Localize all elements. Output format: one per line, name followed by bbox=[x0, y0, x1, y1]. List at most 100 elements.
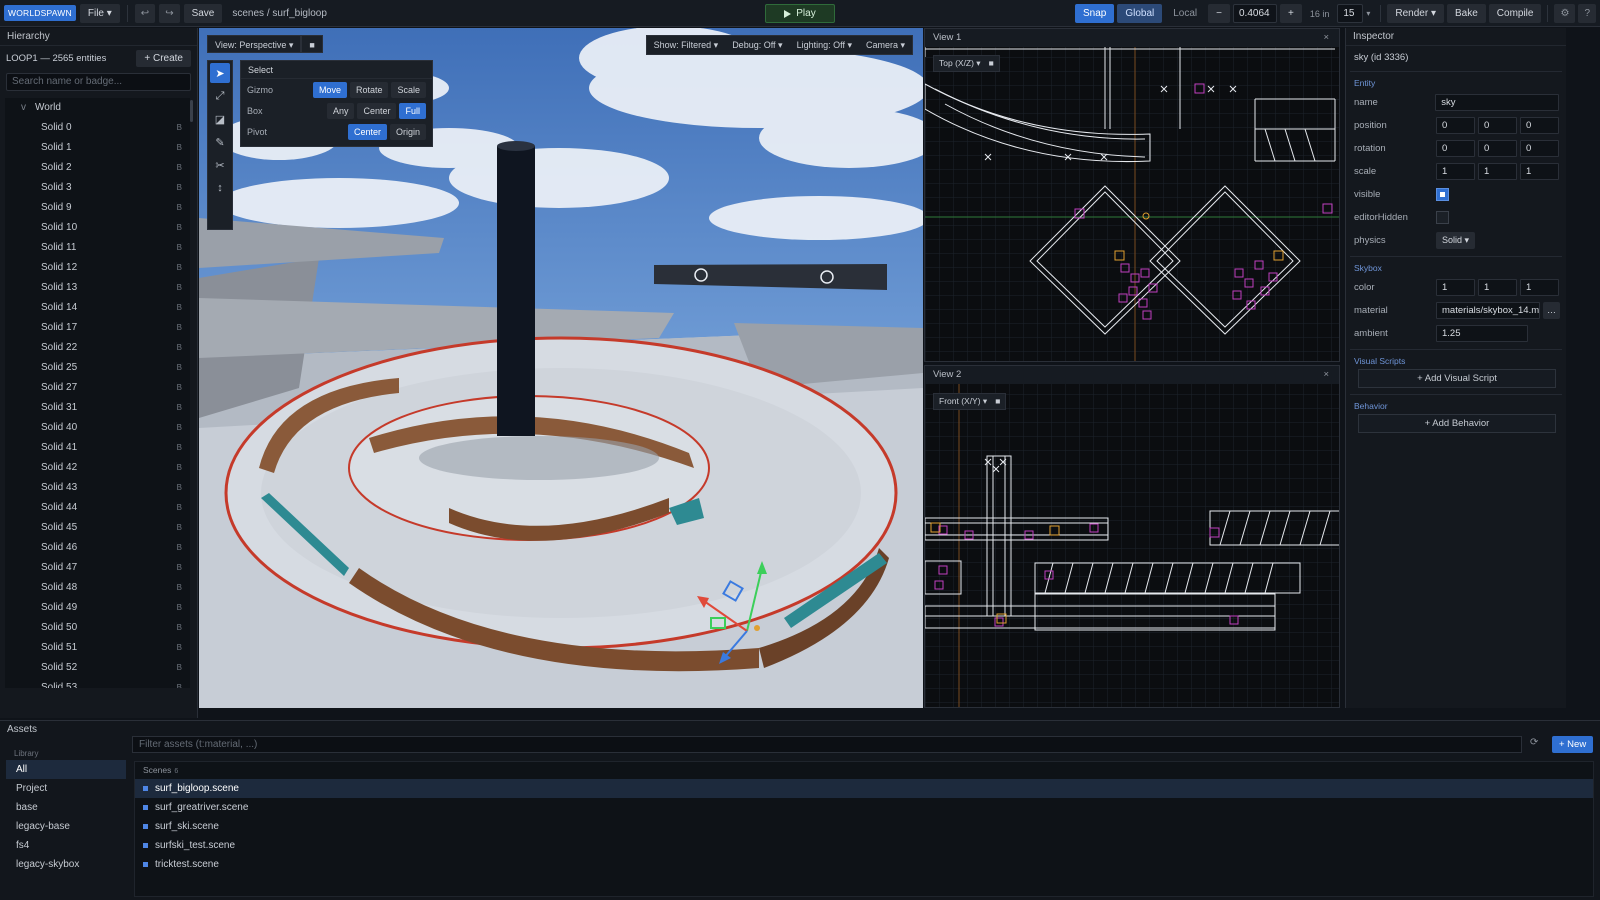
vertex-tool-icon[interactable]: ↕ bbox=[210, 178, 230, 198]
box-full-option[interactable]: Full bbox=[399, 102, 426, 119]
render-menu[interactable]: Render ▾ bbox=[1387, 4, 1444, 23]
tree-item[interactable]: Solid 50 B bbox=[5, 618, 190, 638]
gizmo-move-option[interactable]: Move bbox=[312, 81, 347, 98]
create-button[interactable]: + Create bbox=[136, 50, 191, 67]
scale-z-field[interactable]: 1 bbox=[1520, 163, 1559, 180]
asset-file-item[interactable]: surfski_test.scene bbox=[135, 836, 1593, 855]
ortho-view-top[interactable]: View 1 × Top (X/Z) ▾ ■ bbox=[924, 28, 1340, 362]
tree-item[interactable]: Solid 42 B bbox=[5, 458, 190, 478]
move-tool-icon[interactable]: ⤢ bbox=[210, 86, 230, 106]
maximize-icon[interactable]: ■ bbox=[301, 35, 323, 53]
tree-item[interactable]: Solid 9 B bbox=[5, 198, 190, 218]
compile-button[interactable]: Compile bbox=[1488, 4, 1542, 23]
view-mode-dropdown[interactable]: View: Perspective ▾ bbox=[207, 35, 302, 53]
position-y-field[interactable]: 0 bbox=[1478, 117, 1517, 134]
asset-file-item[interactable]: surf_bigloop.scene bbox=[135, 779, 1593, 798]
close-icon[interactable]: × bbox=[1323, 29, 1329, 47]
scenes-group-header[interactable]: Scenes 6 bbox=[135, 762, 1593, 779]
box-any-option[interactable]: Any bbox=[326, 102, 355, 119]
save-button[interactable]: Save bbox=[183, 3, 223, 23]
tree-item[interactable]: Solid 27 B bbox=[5, 378, 190, 398]
tree-item-world[interactable]: v World bbox=[5, 98, 190, 118]
position-x-field[interactable]: 0 bbox=[1436, 117, 1475, 134]
color-g-field[interactable]: 1 bbox=[1478, 279, 1517, 296]
editor-hidden-checkbox[interactable] bbox=[1436, 211, 1449, 224]
camera-dropdown[interactable]: Camera ▾ bbox=[858, 36, 912, 54]
library-item[interactable]: base bbox=[6, 798, 126, 817]
local-toggle[interactable]: Local bbox=[1165, 4, 1205, 23]
select-tool-icon[interactable]: ➤ bbox=[210, 63, 230, 83]
tree-item[interactable]: Solid 53 B bbox=[5, 678, 190, 688]
tree-item[interactable]: Solid 41 B bbox=[5, 438, 190, 458]
debug-dropdown[interactable]: Debug: Off ▾ bbox=[725, 36, 790, 54]
view2-mode-dropdown[interactable]: Front (X/Y) ▾ ■ bbox=[933, 393, 1007, 410]
global-toggle[interactable]: Global bbox=[1117, 4, 1163, 23]
play-button[interactable]: Play bbox=[765, 4, 835, 23]
tree-item[interactable]: Solid 44 B bbox=[5, 498, 190, 518]
tree-item[interactable]: Solid 3 B bbox=[5, 178, 190, 198]
redo-icon[interactable]: ↪ bbox=[159, 3, 180, 23]
tree-item[interactable]: Solid 40 B bbox=[5, 418, 190, 438]
refresh-icon[interactable]: ⟳ bbox=[1530, 737, 1538, 748]
rotation-z-field[interactable]: 0 bbox=[1520, 140, 1559, 157]
asset-file-item[interactable]: tricktest.scene bbox=[135, 855, 1593, 874]
tree-item[interactable]: Solid 43 B bbox=[5, 478, 190, 498]
tree-item[interactable]: Solid 47 B bbox=[5, 558, 190, 578]
show-filter-dropdown[interactable]: Show: Filtered ▾ bbox=[646, 36, 726, 54]
asset-file-item[interactable]: surf_ski.scene bbox=[135, 817, 1593, 836]
maximize-icon[interactable]: ■ bbox=[995, 394, 1000, 409]
library-item[interactable]: fs4 bbox=[6, 836, 126, 855]
tree-item[interactable]: Solid 12 B bbox=[5, 258, 190, 278]
chevron-down-icon[interactable]: v bbox=[21, 98, 29, 118]
tree-item[interactable]: Solid 0 B bbox=[5, 118, 190, 138]
snap-value-input[interactable]: 0.4064 bbox=[1232, 4, 1277, 23]
physics-dropdown[interactable]: Solid ▾ bbox=[1436, 232, 1476, 249]
rotation-y-field[interactable]: 0 bbox=[1478, 140, 1517, 157]
tree-item[interactable]: Solid 25 B bbox=[5, 358, 190, 378]
lighting-dropdown[interactable]: Lighting: Off ▾ bbox=[789, 36, 859, 54]
library-item[interactable]: legacy-base bbox=[6, 817, 126, 836]
tree-item[interactable]: Solid 17 B bbox=[5, 318, 190, 338]
gizmo-scale-option[interactable]: Scale bbox=[391, 81, 426, 98]
view1-mode-dropdown[interactable]: Top (X/Z) ▾ ■ bbox=[933, 55, 1000, 72]
undo-icon[interactable]: ↩ bbox=[134, 3, 156, 23]
asset-filter-input[interactable]: Filter assets (t:material, ...) bbox=[132, 736, 1522, 753]
hierarchy-search-input[interactable]: Search name or badge... bbox=[6, 73, 191, 91]
snap-toggle[interactable]: Snap bbox=[1074, 4, 1115, 23]
box-center-option[interactable]: Center bbox=[357, 102, 397, 119]
gizmo-rotate-option[interactable]: Rotate bbox=[349, 81, 389, 98]
tree-item[interactable]: Solid 14 B bbox=[5, 298, 190, 318]
tree-item[interactable]: Solid 10 B bbox=[5, 218, 190, 238]
snap-increase-button[interactable]: + bbox=[1279, 4, 1302, 23]
perspective-viewport[interactable]: View: Perspective ▾ ■ Show: Filtered ▾ D… bbox=[199, 28, 923, 708]
tree-item[interactable]: Solid 11 B bbox=[5, 238, 190, 258]
tree-item[interactable]: Solid 22 B bbox=[5, 338, 190, 358]
tree-item[interactable]: Solid 46 B bbox=[5, 538, 190, 558]
visible-checkbox[interactable] bbox=[1436, 188, 1449, 201]
chevron-down-icon[interactable]: ▾ bbox=[1366, 9, 1370, 18]
clip-tool-icon[interactable]: ✂ bbox=[210, 155, 230, 175]
browse-material-button[interactable]: … bbox=[1543, 302, 1560, 319]
library-item[interactable]: legacy-skybox bbox=[6, 855, 126, 874]
tree-item[interactable]: Solid 31 B bbox=[5, 398, 190, 418]
ambient-field[interactable]: 1.25 bbox=[1436, 325, 1528, 342]
help-icon[interactable]: ? bbox=[1578, 4, 1596, 23]
block-tool-icon[interactable]: ◪ bbox=[210, 109, 230, 129]
tree-item[interactable]: Solid 51 B bbox=[5, 638, 190, 658]
rotation-x-field[interactable]: 0 bbox=[1436, 140, 1475, 157]
asset-file-item[interactable]: surf_greatriver.scene bbox=[135, 798, 1593, 817]
hierarchy-scrollbar[interactable] bbox=[190, 100, 193, 122]
position-z-field[interactable]: 0 bbox=[1520, 117, 1559, 134]
library-item[interactable]: All bbox=[6, 760, 126, 779]
ortho-view-front[interactable]: View 2 × Front (X/Y) ▾ ■ bbox=[924, 365, 1340, 708]
tree-item[interactable]: Solid 48 B bbox=[5, 578, 190, 598]
library-item[interactable]: Project bbox=[6, 779, 126, 798]
new-asset-button[interactable]: + New bbox=[1552, 736, 1594, 753]
maximize-icon[interactable]: ■ bbox=[989, 56, 994, 71]
grid-size-input[interactable]: 15 bbox=[1337, 4, 1364, 23]
pivot-origin-option[interactable]: Origin bbox=[389, 123, 426, 140]
name-field[interactable]: sky bbox=[1435, 94, 1559, 111]
pivot-center-option[interactable]: Center bbox=[347, 123, 387, 140]
add-visual-script-button[interactable]: + Add Visual Script bbox=[1358, 369, 1556, 388]
add-behavior-button[interactable]: + Add Behavior bbox=[1358, 414, 1556, 433]
